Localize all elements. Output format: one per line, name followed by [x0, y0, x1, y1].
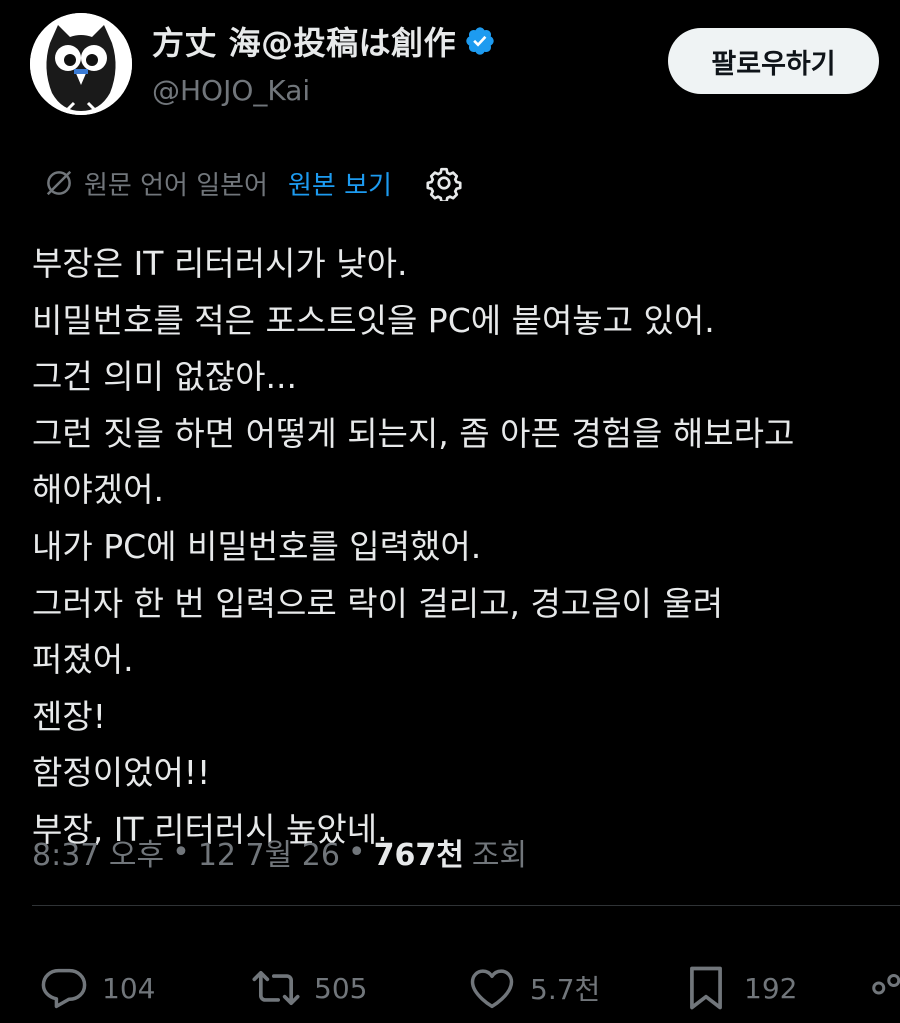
tweet-date[interactable]: 12 7월 26 — [198, 830, 340, 874]
show-original-link[interactable]: 원본 보기 — [288, 165, 392, 202]
tweet-page: 方丈 海@投稿は創作 @HOJO_Kai 팔로우하기 원문 언어 일본어 원본 … — [0, 0, 900, 1023]
share-icon — [872, 974, 900, 995]
heart-icon — [470, 969, 514, 1009]
tweet-line: 그러자 한 번 입력으로 락이 걸리고, 경고음이 울려 — [32, 583, 724, 623]
translation-source-language: 원문 언어 일본어 — [84, 170, 268, 201]
retweet-icon — [252, 970, 300, 1006]
bookmark-count: 192 — [744, 971, 798, 1005]
follow-button[interactable]: 팔로우하기 — [668, 28, 879, 94]
tweet-line: 해야겠어. — [32, 470, 164, 510]
meta-separator: • — [347, 834, 366, 870]
reply-count: 104 — [102, 971, 156, 1005]
tweet-line: 비밀번호를 적은 포스트잇을 PC에 붙여놓고 있어. — [32, 300, 715, 340]
reply-icon — [41, 968, 87, 1009]
author-handle[interactable]: @HOJO_Kai — [152, 74, 310, 107]
bookmark-icon — [690, 966, 722, 1010]
retweet-button[interactable]: 505 — [250, 955, 367, 1021]
views-count[interactable]: 767천 — [374, 830, 464, 874]
translation-bar: 원문 언어 일본어 원본 보기 — [44, 163, 462, 203]
owl-avatar-icon — [30, 13, 132, 115]
tweet-text: 부장은 IT 리터러시가 낮아. 비밀번호를 적은 포스트잇을 PC에 붙여놓고… — [32, 236, 900, 859]
like-button[interactable]: 5.7천 — [466, 955, 600, 1021]
tweet-line: 그런 짓을 하면 어떻게 되는지, 좀 아픈 경험을 해보라고 — [32, 413, 795, 453]
tweet-meta: 8:37 오후 • 12 7월 26 • 767천 조회 — [32, 830, 527, 874]
retweet-count: 505 — [314, 971, 368, 1005]
tweet-line: 퍼졌어. — [32, 640, 134, 680]
divider — [32, 905, 900, 906]
tweet-line: 부장은 IT 리터러시가 낮아. — [32, 244, 408, 283]
globe-slash-icon — [46, 170, 72, 196]
author-avatar[interactable] — [30, 13, 132, 115]
action-bar: 104 505 5.7천 192 — [0, 955, 900, 1021]
bookmark-button[interactable]: 192 — [680, 955, 797, 1021]
author-name-row: 方丈 海@投稿は創作 — [152, 18, 496, 64]
meta-separator: • — [172, 834, 190, 870]
share-button[interactable] — [870, 955, 900, 1021]
views-label: 조회 — [471, 838, 528, 873]
tweet-line: 함정이었어!! — [32, 753, 211, 793]
tweet-line: 그건 의미 없잖아... — [32, 357, 297, 397]
tweet-line: 젠장! — [32, 696, 106, 736]
gear-icon[interactable] — [426, 165, 462, 201]
tweet-time[interactable]: 8:37 오후 — [32, 830, 164, 874]
verified-badge-icon — [466, 27, 494, 55]
reply-button[interactable]: 104 — [38, 955, 155, 1021]
tweet-line: 내가 PC에 비밀번호를 입력했어. — [32, 526, 482, 566]
author-display-name[interactable]: 方丈 海@投稿は創作 — [152, 18, 456, 64]
like-count: 5.7천 — [530, 973, 601, 1006]
